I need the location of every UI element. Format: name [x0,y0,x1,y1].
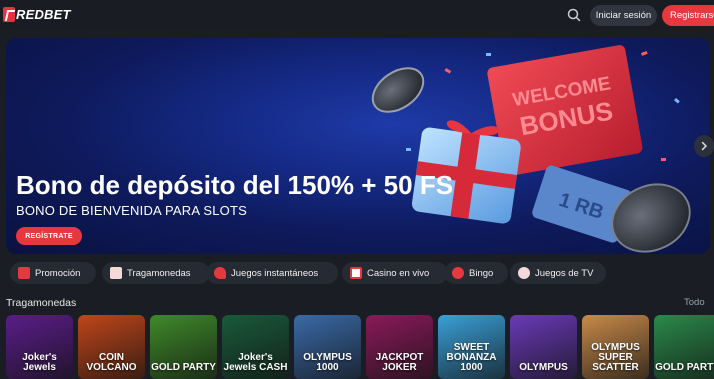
top-bar: REDBET Iniciar sesión Registrarse [0,0,714,30]
game-tile[interactable]: SWEET BONANZA 1000 [438,315,505,379]
game-title: COIN VOLCANO [86,352,137,373]
game-tile[interactable]: OLYMPUS [510,315,577,379]
brand-logo[interactable]: REDBET [3,6,71,23]
game-tile[interactable]: OLYMPUS 1000 [294,315,361,379]
hero-title: Bono de depósito del 150% + 50 FS [16,170,454,200]
category-label: Tragamonedas [127,267,191,279]
category-juegos-de-tv[interactable]: Juegos de TV [510,262,606,284]
game-title: OLYMPUS SUPER SCATTER [591,342,640,373]
hero-next-button[interactable] [694,135,714,157]
welcome-bonus-illustration: WELCOME BONUS 1 RB [371,45,691,253]
category-promocion[interactable]: Promoción [10,262,96,284]
search-button[interactable] [566,7,582,23]
view-all-link[interactable]: Todo [684,297,705,308]
game-title: Joker's Jewels [22,352,57,373]
game-tile[interactable]: OLYMPUS SUPER SCATTER [582,315,649,379]
category-label: Casino en vivo [367,267,430,279]
game-title: SWEET BONANZA 1000 [446,342,497,373]
category-label: Juegos de TV [535,267,594,279]
category-juegos-instantaneos[interactable]: Juegos instantáneos [206,262,338,284]
game-title: JACKPOT JOKER [375,352,424,373]
game-tile[interactable]: JACKPOT JOKER [366,315,433,379]
game-tile[interactable]: GOLD PARTY [150,315,217,379]
category-tragamonedas[interactable]: Tragamonedas [102,262,210,284]
tv-wheel-icon [518,267,530,279]
game-title: OLYMPUS 1000 [303,352,352,373]
game-title: OLYMPUS [519,362,568,373]
game-tile[interactable]: Joker's Jewels CASH [222,315,289,379]
game-title: GOLD PARTY [151,362,216,373]
game-tile[interactable]: COIN VOLCANO [78,315,145,379]
category-label: Bingo [469,267,494,279]
hero-subtitle: BONO DE BIENVENIDA PARA SLOTS [16,203,247,218]
category-label: Juegos instantáneos [231,267,319,279]
hero-banner[interactable]: WELCOME BONUS 1 RB Bono de depósito del … [6,38,710,254]
cards-icon [350,267,362,279]
game-title: GOLD PARTY [655,362,714,373]
brand-name: REDBET [16,7,71,22]
game-tile[interactable]: Joker's Jewels [6,315,73,379]
brand-mark-icon [3,7,15,22]
bingo-ball-icon [452,267,464,279]
category-bingo[interactable]: Bingo [444,262,508,284]
register-button[interactable]: Registrarse [662,5,714,26]
category-casino-en-vivo[interactable]: Casino en vivo [342,262,448,284]
hero-register-button[interactable]: REGÍSTRATE [16,227,82,245]
slots-icon [110,267,122,279]
chevron-right-icon [701,141,708,151]
rocket-icon [214,267,226,279]
game-title: Joker's Jewels CASH [223,352,288,373]
login-button[interactable]: Iniciar sesión [590,5,657,26]
game-tile[interactable]: GOLD PARTY [654,315,714,379]
gift-icon [18,267,30,279]
search-icon [567,8,581,22]
section-title: Tragamonedas [6,297,77,309]
category-label: Promoción [35,267,81,279]
